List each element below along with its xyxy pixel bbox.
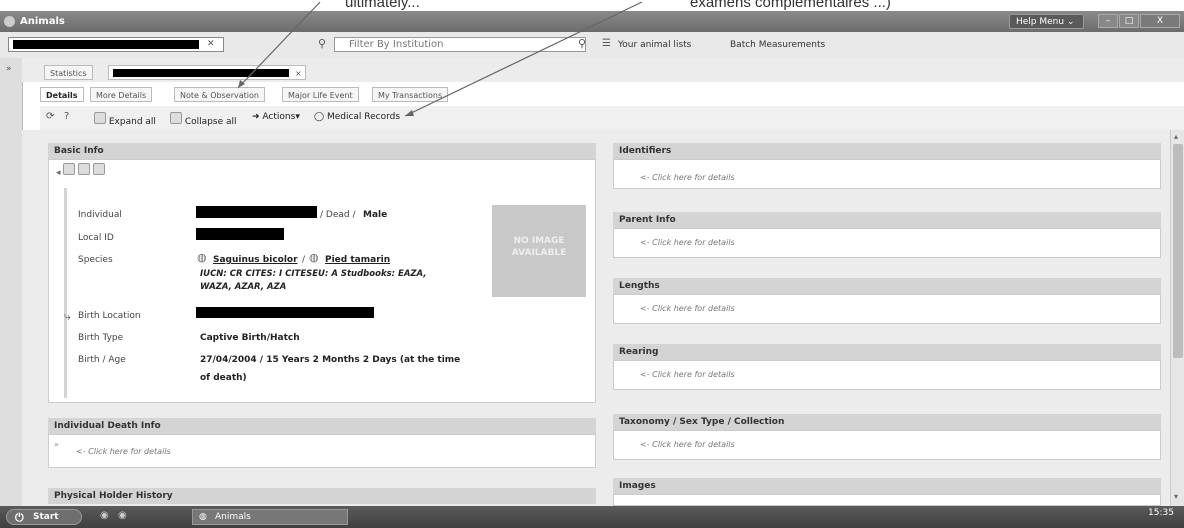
- individual-status: / Dead /: [320, 210, 356, 220]
- conservation-status-line2: WAZA, AZAR, AZA: [200, 282, 287, 292]
- scroll-down-icon[interactable]: ▾: [1174, 492, 1178, 501]
- taskbar-app-label: Animals: [215, 512, 251, 522]
- birth-age-line1: 27/04/2004 / 15 Years 2 Months 2 Days (a…: [200, 355, 461, 365]
- parent-info-click-details[interactable]: <- Click here for details: [640, 238, 735, 247]
- quicklaunch-icon[interactable]: ◉: [118, 510, 127, 521]
- quicklaunch-icon[interactable]: ◉: [100, 510, 109, 521]
- species-common-link[interactable]: Pied tamarin: [325, 255, 390, 265]
- clock: 15:35: [1148, 508, 1174, 518]
- identifiers-click-details[interactable]: <- Click here for details: [640, 173, 735, 182]
- taskbar: ⏻ Start ◉ ◉ ◍ Animals 15:35: [0, 506, 1184, 528]
- lengths-click-details[interactable]: <- Click here for details: [640, 304, 735, 313]
- start-button[interactable]: ⏻ Start: [6, 509, 82, 525]
- scroll-up-icon[interactable]: ▴: [1174, 132, 1178, 141]
- redacted-local-id: [196, 228, 284, 240]
- death-info-header: Individual Death Info: [48, 418, 596, 434]
- basic-info-header: Basic Info: [48, 143, 596, 159]
- basic-info-tools: ◂: [56, 163, 106, 178]
- vertical-scrollbar[interactable]: ▴ ▾: [1170, 130, 1184, 506]
- help-icon[interactable]: [93, 163, 106, 175]
- cursor-icon: ⤷: [64, 309, 71, 323]
- collapse-icon[interactable]: ◂: [56, 168, 61, 178]
- expand-icon[interactable]: »: [54, 440, 59, 449]
- no-image-line1: NO IMAGE: [513, 236, 565, 246]
- no-image-placeholder: NO IMAGE AVAILABLE: [492, 205, 586, 297]
- death-info-click-details[interactable]: <- Click here for details: [76, 447, 171, 456]
- label-birth-age: Birth / Age: [78, 355, 126, 365]
- app-icon: ◍: [199, 512, 207, 522]
- label-species: Species: [78, 255, 113, 265]
- taskbar-app-animals[interactable]: ◍ Animals: [192, 509, 348, 525]
- rearing-header: Rearing: [613, 344, 1161, 360]
- species-icon: ◍: [309, 251, 319, 264]
- label-birth-type: Birth Type: [78, 333, 124, 343]
- images-panel: [613, 494, 1161, 506]
- taxonomy-click-details[interactable]: <- Click here for details: [640, 440, 735, 449]
- redacted-birth-location: [196, 307, 374, 318]
- birth-type-value: Captive Birth/Hatch: [200, 333, 300, 343]
- rearing-click-details[interactable]: <- Click here for details: [640, 370, 735, 379]
- physical-holder-header: Physical Holder History: [48, 488, 596, 504]
- parent-info-header: Parent Info: [613, 212, 1161, 228]
- individual-sex: Male: [363, 210, 388, 220]
- no-image-line2: AVAILABLE: [511, 248, 567, 258]
- label-local-id: Local ID: [78, 233, 114, 243]
- scrollbar-thumb[interactable]: [1173, 144, 1183, 358]
- species-icon: ◍: [197, 251, 207, 264]
- species-separator: /: [302, 255, 306, 265]
- start-label: Start: [33, 512, 59, 522]
- redacted-individual-name: [196, 206, 317, 218]
- conservation-status-line1: IUCN: CR CITES: I CITESEU: A Studbooks: …: [200, 269, 427, 279]
- power-icon: ⏻: [15, 511, 24, 524]
- images-header: Images: [613, 478, 1161, 494]
- settings-icon[interactable]: [63, 163, 76, 175]
- birth-age-line2: of death): [200, 373, 247, 383]
- lengths-header: Lengths: [613, 278, 1161, 294]
- taxonomy-header: Taxonomy / Sex Type / Collection: [613, 414, 1161, 430]
- annotation-arrows: [237, 1, 643, 117]
- identifiers-header: Identifiers: [613, 143, 1161, 159]
- edit-icon[interactable]: [78, 163, 91, 175]
- label-individual: Individual: [78, 210, 122, 220]
- label-birth-location: Birth Location: [78, 311, 141, 321]
- species-scientific-link[interactable]: Saguinus bicolor: [213, 255, 298, 265]
